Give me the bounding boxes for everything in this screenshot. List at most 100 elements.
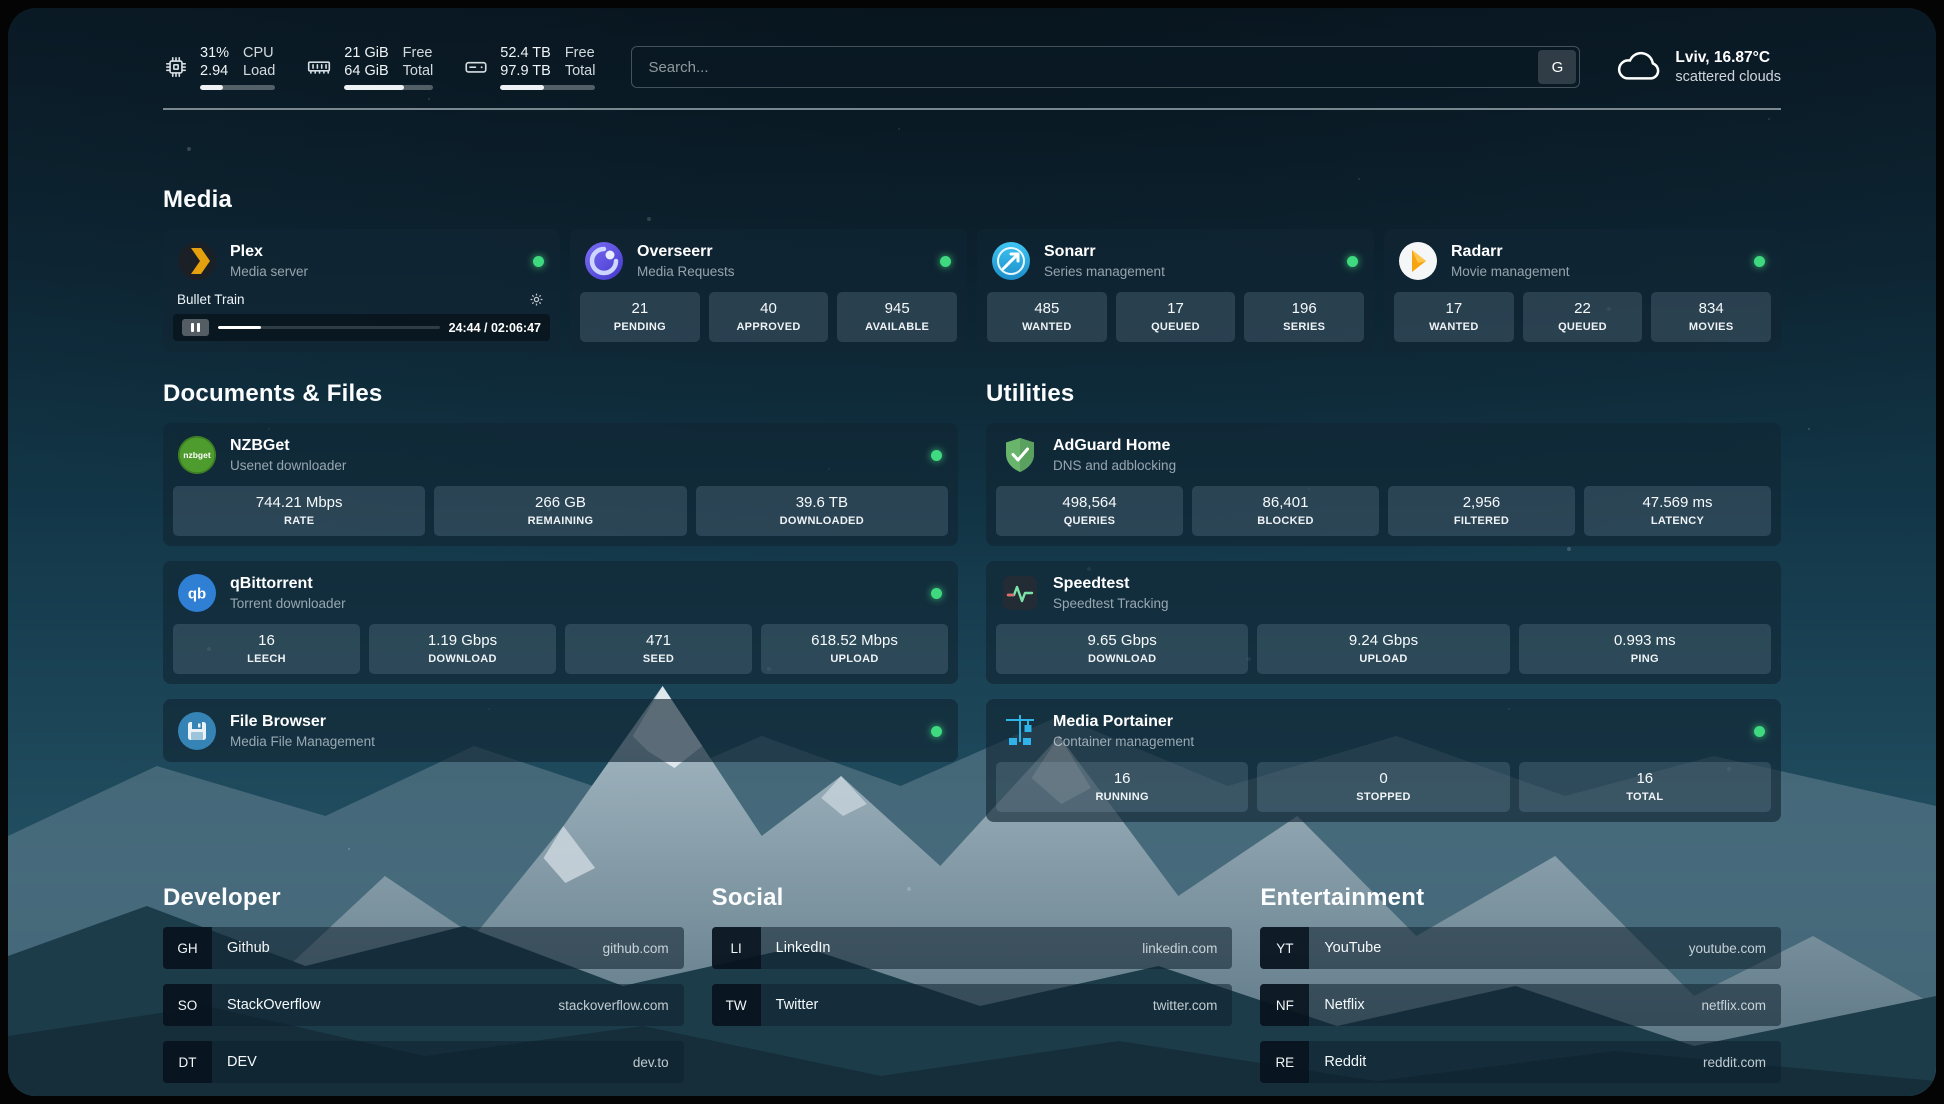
section-media: Media Plex Media server bbox=[163, 186, 1781, 352]
bookmark-stackoverflow[interactable]: SO StackOverflow stackoverflow.com bbox=[163, 984, 684, 1026]
service-card-adguard[interactable]: AdGuard Home DNS and adblocking 498,564Q… bbox=[986, 423, 1781, 546]
service-card-nzbget[interactable]: nzbget NZBGet Usenet downloader 744.21 M… bbox=[163, 423, 958, 546]
sonarr-icon bbox=[991, 241, 1031, 281]
service-card-portainer[interactable]: Media Portainer Container management 16R… bbox=[986, 699, 1781, 822]
stat-tile: 2,956FILTERED bbox=[1388, 486, 1575, 536]
stat-tile: 196SERIES bbox=[1244, 292, 1364, 342]
top-bar: 31% 2.94 CPU Load bbox=[163, 44, 1781, 90]
service-desc: Movie management bbox=[1451, 263, 1570, 280]
bookmark-name: Netflix bbox=[1324, 997, 1364, 1013]
media-section-title: Media bbox=[163, 186, 1781, 214]
speedtest-icon bbox=[1000, 573, 1040, 613]
service-desc: Torrent downloader bbox=[230, 595, 346, 612]
bookmark-reddit[interactable]: RE Reddit reddit.com bbox=[1260, 1041, 1781, 1083]
radarr-icon bbox=[1398, 241, 1438, 281]
service-desc: Media server bbox=[230, 263, 308, 280]
now-playing-title: Bullet Train bbox=[177, 292, 245, 307]
playback-time: 24:44 / 02:06:47 bbox=[449, 321, 541, 335]
bookmark-name: Github bbox=[227, 940, 270, 956]
weather-condition: scattered clouds bbox=[1675, 68, 1781, 87]
stat-tile: 945AVAILABLE bbox=[837, 292, 957, 342]
stat-tile: 22QUEUED bbox=[1523, 292, 1643, 342]
playback-progress[interactable] bbox=[218, 326, 440, 329]
service-name: Radarr bbox=[1451, 242, 1570, 262]
bookmark-abbr: LI bbox=[712, 927, 761, 969]
section-utilities: Utilities AdGuard Home DNS and adblockin… bbox=[986, 380, 1781, 822]
stat-tile: 16TOTAL bbox=[1519, 762, 1771, 812]
bookmark-url: stackoverflow.com bbox=[558, 998, 668, 1013]
weather-widget: Lviv, 16.87°C scattered clouds bbox=[1616, 48, 1781, 87]
filebrowser-icon bbox=[177, 711, 217, 751]
stat-tile: 618.52 MbpsUPLOAD bbox=[761, 624, 948, 674]
disk-drive-icon bbox=[463, 54, 489, 80]
bookmark-name: DEV bbox=[227, 1054, 257, 1070]
cpu-percent: 31% bbox=[200, 44, 229, 62]
bookmark-abbr: NF bbox=[1260, 984, 1309, 1026]
memory-total-label: Total bbox=[403, 62, 434, 80]
plex-icon bbox=[177, 241, 217, 281]
bookmark-dev[interactable]: DT DEV dev.to bbox=[163, 1041, 684, 1083]
service-card-sonarr[interactable]: Sonarr Series management 485WANTED 17QUE… bbox=[977, 229, 1374, 352]
cpu-meter bbox=[200, 85, 275, 90]
homepage-dashboard: 31% 2.94 CPU Load bbox=[8, 8, 1936, 1096]
search-provider-button[interactable]: G bbox=[1538, 50, 1576, 84]
gear-icon[interactable] bbox=[529, 292, 544, 307]
service-name: qBittorrent bbox=[230, 574, 346, 594]
memory-free-label: Free bbox=[403, 44, 434, 62]
bookmark-netflix[interactable]: NF Netflix netflix.com bbox=[1260, 984, 1781, 1026]
bookmark-twitter[interactable]: TW Twitter twitter.com bbox=[712, 984, 1233, 1026]
service-card-qbittorrent[interactable]: qb qBittorrent Torrent downloader 16LEEC… bbox=[163, 561, 958, 684]
search-bar: G bbox=[631, 46, 1580, 88]
bookmark-name: YouTube bbox=[1324, 940, 1381, 956]
snow-speckles bbox=[8, 8, 10, 10]
section-documents: Documents & Files nzbget NZBGet Usenet d… bbox=[163, 380, 958, 822]
status-dot bbox=[940, 256, 951, 267]
stat-tile: 0.993 msPING bbox=[1519, 624, 1771, 674]
status-dot bbox=[533, 256, 544, 267]
disk-free-label: Free bbox=[565, 44, 596, 62]
stat-tile: 40APPROVED bbox=[709, 292, 829, 342]
adguard-shield-icon bbox=[1000, 435, 1040, 475]
stat-tile: 1.19 GbpsDOWNLOAD bbox=[369, 624, 556, 674]
stat-tile: 16LEECH bbox=[173, 624, 360, 674]
search-input[interactable] bbox=[631, 46, 1580, 88]
stat-tile: 17QUEUED bbox=[1116, 292, 1236, 342]
service-name: AdGuard Home bbox=[1053, 436, 1176, 456]
portainer-crane-icon bbox=[1000, 711, 1040, 751]
service-card-plex[interactable]: Plex Media server Bullet Train bbox=[163, 229, 560, 352]
stat-tile: 471SEED bbox=[565, 624, 752, 674]
service-name: Overseerr bbox=[637, 242, 735, 262]
bookmark-linkedin[interactable]: LI LinkedIn linkedin.com bbox=[712, 927, 1233, 969]
status-dot bbox=[931, 450, 942, 461]
service-name: Plex bbox=[230, 242, 308, 262]
memory-total-value: 64 GiB bbox=[344, 62, 388, 80]
status-dot bbox=[1347, 256, 1358, 267]
stat-tile: 39.6 TBDOWNLOADED bbox=[696, 486, 948, 536]
pause-button[interactable] bbox=[182, 319, 209, 336]
bookmark-abbr: GH bbox=[163, 927, 212, 969]
entertainment-section-title: Entertainment bbox=[1260, 884, 1781, 912]
service-card-overseerr[interactable]: Overseerr Media Requests 21PENDING 40APP… bbox=[570, 229, 967, 352]
service-desc: Usenet downloader bbox=[230, 457, 346, 474]
bookmark-name: Twitter bbox=[776, 997, 819, 1013]
nzbget-icon: nzbget bbox=[177, 435, 217, 475]
stat-tile: 47.569 msLATENCY bbox=[1584, 486, 1771, 536]
bookmark-youtube[interactable]: YT YouTube youtube.com bbox=[1260, 927, 1781, 969]
service-card-filebrowser[interactable]: File Browser Media File Management bbox=[163, 699, 958, 762]
memory-free-value: 21 GiB bbox=[344, 44, 388, 62]
bookmark-abbr: TW bbox=[712, 984, 761, 1026]
qbittorrent-icon: qb bbox=[177, 573, 217, 613]
memory-ram-icon bbox=[305, 54, 333, 80]
bookmark-github[interactable]: GH Github github.com bbox=[163, 927, 684, 969]
service-desc: Series management bbox=[1044, 263, 1165, 280]
bookmark-name: LinkedIn bbox=[776, 940, 831, 956]
section-social: Social LI LinkedIn linkedin.com TW Twitt… bbox=[712, 884, 1233, 1083]
service-card-speedtest[interactable]: Speedtest Speedtest Tracking 9.65 GbpsDO… bbox=[986, 561, 1781, 684]
cpu-chip-icon bbox=[163, 54, 189, 80]
system-widgets: 31% 2.94 CPU Load bbox=[163, 44, 595, 90]
stat-tile: 485WANTED bbox=[987, 292, 1107, 342]
svg-text:nzbget: nzbget bbox=[183, 450, 211, 460]
service-card-radarr[interactable]: Radarr Movie management 17WANTED 22QUEUE… bbox=[1384, 229, 1781, 352]
disk-meter bbox=[500, 85, 595, 90]
service-desc: DNS and adblocking bbox=[1053, 457, 1176, 474]
